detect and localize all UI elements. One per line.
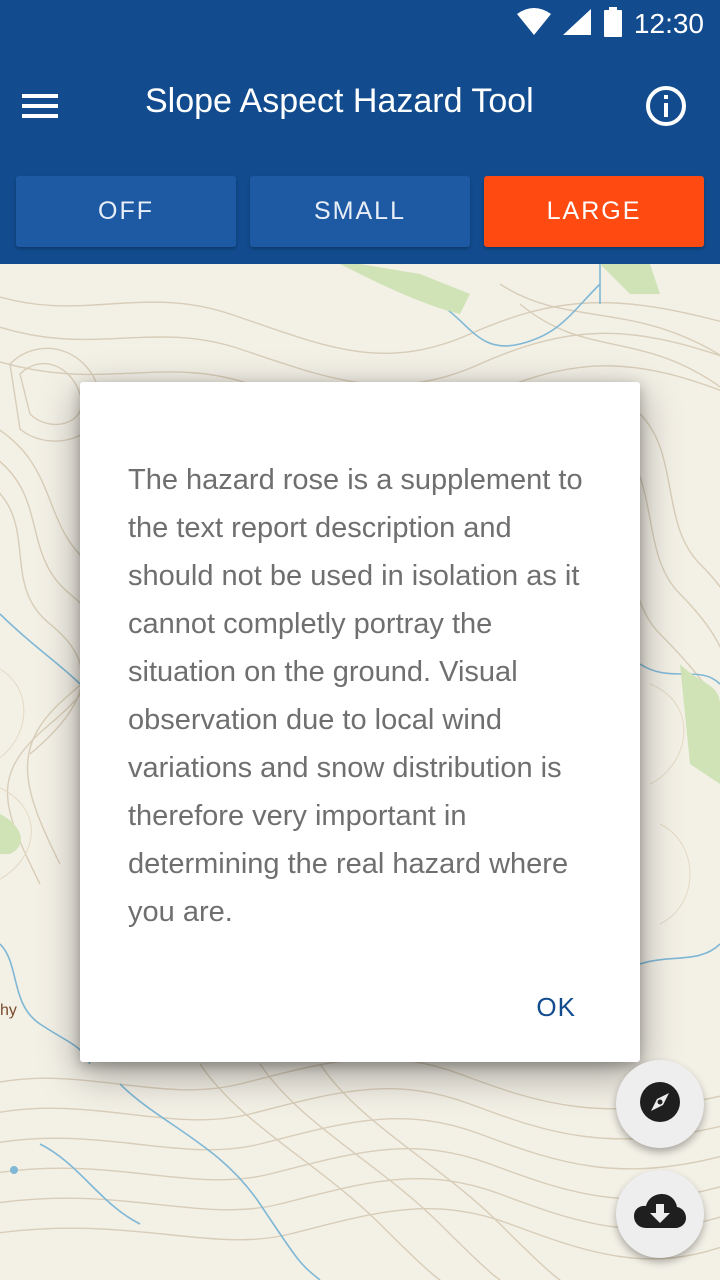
info-button[interactable]	[636, 78, 696, 138]
hazard-size-toggle-group: OFF SMALL LARGE	[0, 168, 720, 264]
dialog-message: The hazard rose is a supplement to the t…	[128, 464, 583, 928]
toggle-off-button[interactable]: OFF	[16, 176, 236, 247]
status-time: 12:30	[633, 8, 704, 39]
app-bar: Slope Aspect Hazard Tool	[0, 48, 720, 168]
cloud-download-icon	[634, 1192, 686, 1237]
hamburger-menu-icon	[20, 92, 60, 125]
offline-download-button[interactable]	[616, 1170, 704, 1258]
status-bar: 12:30	[0, 0, 720, 48]
app-screen: 12:30 Slope Aspect Hazard Tool OFF SMALL…	[0, 0, 720, 1280]
info-icon	[644, 84, 688, 133]
hazard-rose-disclaimer-dialog: The hazard rose is a supplement to the t…	[80, 382, 640, 1062]
toggle-large-button[interactable]: LARGE	[484, 176, 704, 247]
compass-icon	[638, 1080, 682, 1129]
menu-button[interactable]	[20, 76, 92, 140]
battery-icon	[602, 6, 624, 42]
page-title: Slope Aspect Hazard Tool	[145, 82, 534, 120]
map-place-label: hy	[0, 1002, 17, 1019]
status-icons: 12:30	[516, 6, 704, 42]
toggle-small-button[interactable]: SMALL	[250, 176, 470, 247]
cell-signal-icon	[562, 8, 592, 41]
ok-button[interactable]: OK	[528, 988, 584, 1027]
compass-button[interactable]	[616, 1060, 704, 1148]
wifi-icon	[516, 7, 552, 41]
